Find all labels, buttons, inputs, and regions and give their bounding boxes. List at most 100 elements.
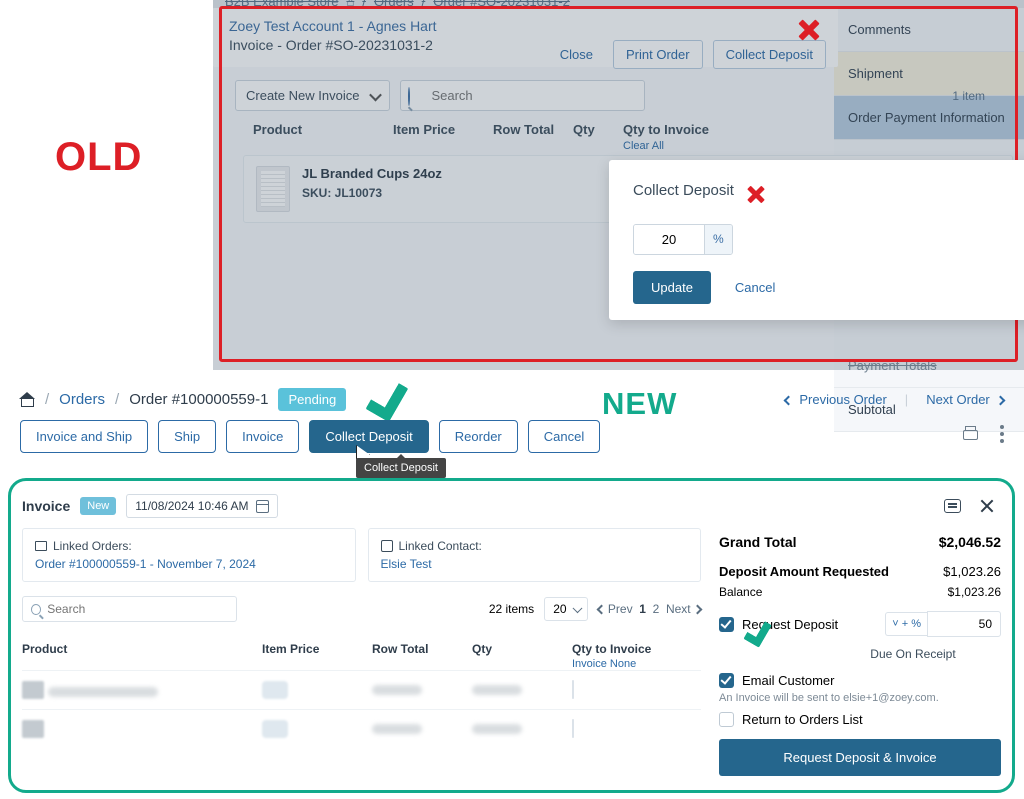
balance-value: $1,023.26 [948,585,1001,599]
invoice-datetime-input[interactable]: 11/08/2024 10:46 AM [126,494,278,518]
cancel-button[interactable]: Cancel [528,420,600,453]
drawer-close-button[interactable] [979,498,995,514]
old-search-input[interactable] [400,80,645,111]
product-name: JL Branded Cups 24oz [302,166,442,183]
linked-orders-label: Linked Orders: [53,539,132,553]
chevron-left-icon [784,396,794,406]
col-qty-invoice: Qty to Invoice [623,122,709,137]
product-sku: SKU: JL10073 [302,186,442,200]
col-row-total: Row Total [493,122,573,152]
qty-to-invoice-input[interactable] [572,680,574,699]
pager-next[interactable]: Next [666,602,701,616]
item-price-blurred [262,720,288,738]
email-customer-checkbox[interactable] [719,673,734,688]
dcol-item-price: Item Price [262,642,372,670]
linked-contact-link[interactable]: Elsie Test [381,557,432,571]
collect-deposit-popup: Collect Deposit % Update Cancel [609,160,1024,320]
linked-contact-label: Linked Contact: [399,539,482,553]
chevron-right-icon [996,396,1006,406]
item-thumbnail [22,720,44,738]
item-count: 22 items [489,602,534,616]
return-to-orders-label: Return to Orders List [742,712,863,727]
pager-page-2[interactable]: 2 [653,602,660,616]
qty-to-invoice-input[interactable] [572,719,574,738]
invoice-drawer: Invoice New 11/08/2024 10:46 AM Linked O… [14,484,1009,787]
invoice-button[interactable]: Invoice [226,420,299,453]
collect-deposit-button-new[interactable]: Collect Deposit [309,420,428,453]
popup-close-button[interactable] [744,182,768,211]
kebab-menu-icon[interactable] [1000,432,1004,436]
old-account-link[interactable]: Zoey Test Account 1 - Agnes Hart [229,18,822,34]
item-price-blurred [262,681,288,699]
clear-all-link[interactable]: Clear All [623,140,664,152]
grand-total-label: Grand Total [719,534,797,550]
pager-prev[interactable]: Prev [598,602,633,616]
item-thumbnail [22,681,44,699]
deposit-requested-label: Deposit Amount Requested [719,564,889,579]
pager-page-1[interactable]: 1 [639,602,646,616]
previous-order-link[interactable]: Previous Order [785,392,887,407]
home-icon[interactable] [20,392,35,406]
breadcrumb-store: B2B Example Store [225,0,338,8]
annotation-check-breadcrumb [363,367,423,414]
old-table-header: Product Item Price Row Total Qty Qty to … [253,122,1013,152]
collect-deposit-tooltip: Collect Deposit [356,458,446,478]
pager: Prev 1 2 Next [598,602,701,616]
ship-button[interactable]: Ship [158,420,216,453]
item-row [22,709,701,748]
annotation-x-old [797,18,821,47]
grand-total-value: $2,046.52 [939,534,1001,550]
deposit-unit-select[interactable]: ˅ + % [885,612,927,636]
old-invoice-header: Zoey Test Account 1 - Agnes Hart Invoice… [213,8,838,67]
request-deposit-invoice-button[interactable]: Request Deposit & Invoice [719,739,1001,776]
deposit-amount-input[interactable] [927,611,1001,637]
update-button[interactable]: Update [633,271,711,304]
drawer-search-input[interactable] [47,602,228,616]
calendar-icon [256,500,269,513]
print-order-button[interactable]: Print Order [613,40,703,69]
print-icon[interactable] [961,426,978,441]
new-breadcrumb: / Orders / Order #100000559-1 Pending [20,388,420,410]
side-comments[interactable]: Comments [834,8,1024,52]
order-status-badge: Pending [278,388,346,411]
old-toolbar: Create New Invoice 1 item [235,80,1015,111]
close-button[interactable]: Close [550,41,603,68]
user-icon [381,540,393,552]
create-invoice-select[interactable]: Create New Invoice [235,80,390,111]
drawer-left-column: Linked Orders: Order #100000559-1 - Nove… [22,528,701,776]
due-on-receipt-label: Due On Receipt [825,647,1001,661]
invoice-datetime-value: 11/08/2024 10:46 AM [135,499,248,513]
side-payment-totals: Payment Totals [834,344,1024,388]
return-to-orders-checkbox[interactable] [719,712,734,727]
linked-order-link[interactable]: Order #100000559-1 - November 7, 2024 [35,557,256,571]
drawer-header: Invoice New 11/08/2024 10:46 AM [14,484,1009,528]
deposit-unit[interactable]: % [704,225,732,254]
request-deposit-checkbox[interactable] [719,617,734,632]
deposit-value-input[interactable] [634,225,704,254]
drawer-table-header: Product Item Price Row Total Qty Qty to … [22,642,701,670]
reorder-button[interactable]: Reorder [439,420,518,453]
page-size-select[interactable]: 20 [544,597,587,621]
old-item-count: 1 item [952,89,985,103]
drawer-search-wrap[interactable] [22,596,237,622]
breadcrumb-orders[interactable]: Orders [374,0,414,8]
breadcrumb-orders-link[interactable]: Orders [59,391,105,408]
order-nav: Previous Order | Next Order [785,392,1004,407]
invoice-none-link[interactable]: Invoice None [572,658,636,670]
search-icon [408,88,410,106]
home-icon: ⌂ [346,0,354,8]
next-order-link[interactable]: Next Order [926,392,1004,407]
comments-icon[interactable] [944,499,961,513]
col-product: Product [253,122,393,152]
invoice-and-ship-button[interactable]: Invoice and Ship [20,420,148,453]
new-label: NEW [602,386,677,422]
popup-cancel-button[interactable]: Cancel [735,280,775,295]
col-qty: Qty [573,122,623,152]
linked-contact-card: Linked Contact: Elsie Test [368,528,702,582]
product-thumbnail [256,166,290,212]
balance-label: Balance [719,585,762,599]
link-icon [35,541,47,551]
old-label: OLD [55,135,142,180]
order-action-buttons: Invoice and Ship Ship Invoice Collect De… [20,420,600,453]
close-icon [744,182,768,206]
